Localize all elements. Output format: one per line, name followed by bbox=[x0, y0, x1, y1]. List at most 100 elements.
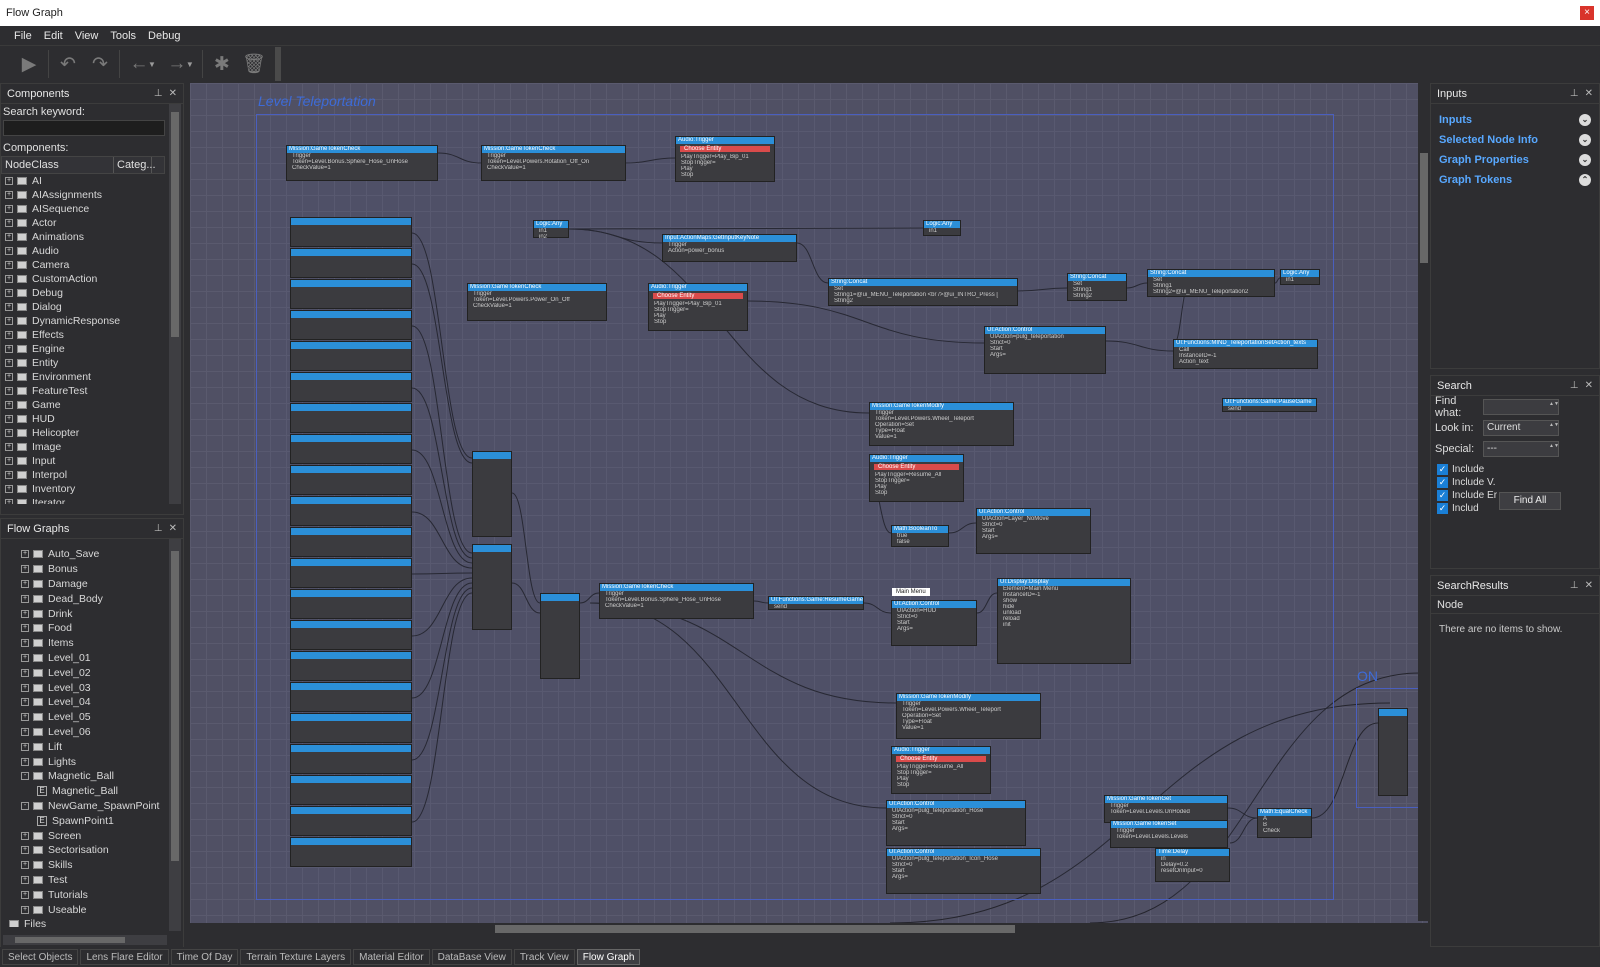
include-values-checkbox[interactable]: ✓ Include V. bbox=[1431, 476, 1599, 489]
find-what-combo[interactable] bbox=[1483, 398, 1559, 415]
back-dropdown-icon[interactable]: ▼ bbox=[148, 60, 156, 69]
component-category-item[interactable]: + CustomAction bbox=[1, 272, 165, 286]
expand-icon[interactable]: + bbox=[21, 698, 29, 707]
play-icon[interactable]: ▶ bbox=[14, 50, 44, 78]
tab-database-view[interactable]: DataBase View bbox=[431, 949, 512, 965]
component-category-item[interactable]: + Game bbox=[1, 398, 165, 412]
node-title[interactable]: Audio:Trigger bbox=[892, 747, 990, 754]
logic-any-node[interactable] bbox=[472, 544, 512, 630]
node-port[interactable]: init bbox=[998, 622, 1130, 628]
wheel-selector-node[interactable] bbox=[290, 837, 412, 867]
expand-icon[interactable]: + bbox=[5, 219, 13, 227]
flow-node[interactable]: UI:Action:Control UIAction=Layer_NoMove St… bbox=[976, 508, 1091, 554]
wheel-selector-node[interactable] bbox=[290, 248, 412, 278]
comment-note[interactable]: Main Menu bbox=[892, 588, 930, 596]
close-window-button[interactable]: × bbox=[1580, 6, 1594, 20]
node-title[interactable]: Mission:GameTokenGet bbox=[1105, 796, 1227, 803]
flow-graph-item[interactable]: + Auto_Save bbox=[1, 547, 165, 562]
expand-icon[interactable]: + bbox=[5, 485, 13, 493]
node-port[interactable]: String1=@ui_MENU_Teleportation <br />@ui… bbox=[829, 292, 1017, 298]
expand-icon[interactable]: + bbox=[5, 275, 13, 283]
expand-icon[interactable]: + bbox=[5, 289, 13, 297]
expand-icon[interactable]: + bbox=[21, 639, 29, 648]
node-header-bar[interactable] bbox=[291, 590, 411, 597]
node-port[interactable]: resetOnInput=0 bbox=[1156, 868, 1229, 874]
node-title[interactable]: Mission:GameTokenSet bbox=[1111, 821, 1227, 828]
node-title[interactable]: UI:Action:Control bbox=[887, 849, 1040, 856]
expand-icon[interactable]: + bbox=[21, 565, 29, 574]
flow-graph-item[interactable]: Files bbox=[1, 917, 165, 927]
inputs-link[interactable]: Inputs ⌄ bbox=[1431, 110, 1599, 130]
flow-graph-item[interactable]: + Sectorisation bbox=[1, 843, 165, 858]
component-category-item[interactable]: + FeatureTest bbox=[1, 384, 165, 398]
flow-node[interactable]: UI:Display:Display Element=Main Menu Insta… bbox=[997, 578, 1131, 664]
node-header-bar[interactable] bbox=[291, 373, 411, 380]
flow-node[interactable]: Mission:GameTokenModify Trigger Token=Leve… bbox=[896, 693, 1041, 739]
wheel-selector-node[interactable] bbox=[290, 651, 412, 681]
close-icon[interactable]: ✕ bbox=[1585, 380, 1593, 391]
flow-node[interactable]: UI:Action:Control UIAction=pulg_teleporta… bbox=[886, 800, 1026, 846]
flow-graph-item[interactable]: + Useable bbox=[1, 902, 165, 917]
flow-graph-item[interactable]: + Level_02 bbox=[1, 665, 165, 680]
chevron-down-icon[interactable]: ⌄ bbox=[1579, 114, 1591, 126]
group-title-on[interactable]: ON bbox=[1357, 668, 1378, 684]
pin-icon[interactable]: ⊥ bbox=[1570, 88, 1579, 99]
component-category-item[interactable]: + AI bbox=[1, 174, 165, 188]
node-title[interactable]: UI:Functions:MIND_TeleportationSetAction… bbox=[1174, 340, 1317, 347]
wheel-selector-node[interactable] bbox=[290, 217, 412, 247]
node-title[interactable]: Mission:GameTokenCheck bbox=[468, 284, 606, 291]
components-scrollbar[interactable] bbox=[169, 104, 181, 504]
flow-graph-item[interactable]: + Tutorials bbox=[1, 887, 165, 902]
node-header-bar[interactable] bbox=[291, 745, 411, 752]
node-title[interactable]: String:Concat bbox=[1148, 270, 1274, 277]
expand-icon[interactable]: + bbox=[5, 471, 13, 479]
component-category-item[interactable]: + Image bbox=[1, 440, 165, 454]
menu-file[interactable]: File bbox=[14, 30, 32, 42]
node-header-bar[interactable] bbox=[291, 249, 411, 256]
flow-node[interactable]: Mission:GameTokenSet Trigger Token=Level.L… bbox=[1110, 820, 1228, 848]
flow-graph-item[interactable]: + Drink bbox=[1, 606, 165, 621]
node-header-bar[interactable] bbox=[291, 497, 411, 504]
component-category-item[interactable]: + Engine bbox=[1, 342, 165, 356]
flow-node[interactable]: Mission:GameTokenCheck Trigger Token=Level… bbox=[599, 583, 754, 619]
canvas-vscrollbar[interactable] bbox=[1418, 83, 1430, 921]
node-title[interactable]: UI:Action:Control bbox=[977, 509, 1090, 516]
node-port[interactable]: Stop bbox=[892, 782, 990, 788]
flow-graph-item[interactable]: + Level_01 bbox=[1, 651, 165, 666]
node-port[interactable]: CheckValue=1 bbox=[600, 603, 753, 609]
chevron-down-icon[interactable]: ⌄ bbox=[1579, 134, 1591, 146]
tab-time-of-day[interactable]: Time Of Day bbox=[170, 949, 239, 965]
flow-node[interactable]: UI:Functions:Game:ResumeGame send bbox=[768, 596, 864, 610]
flow-node[interactable]: Mission:GameTokenCheck Trigger Token=Level… bbox=[286, 145, 438, 181]
node-title[interactable]: String:Concat bbox=[829, 279, 1017, 286]
tab-flow-graph[interactable]: Flow Graph bbox=[576, 949, 641, 965]
node-title[interactable]: Audio:Trigger bbox=[870, 455, 963, 462]
wheel-selector-node[interactable] bbox=[290, 310, 412, 340]
expand-icon[interactable]: + bbox=[5, 331, 13, 339]
node-port[interactable]: Args= bbox=[887, 874, 1040, 880]
flow-graph-item[interactable]: E SpawnPoint1 bbox=[1, 813, 165, 828]
wheel-selector-node[interactable] bbox=[290, 620, 412, 650]
flow-node[interactable]: Audio:Trigger Choose Entity PlayTrigger=Re… bbox=[869, 454, 964, 502]
node-port[interactable]: CheckValue=1 bbox=[482, 165, 625, 171]
component-category-item[interactable]: + Effects bbox=[1, 328, 165, 342]
component-category-item[interactable]: + HUD bbox=[1, 412, 165, 426]
node-title[interactable]: Logic:Any bbox=[924, 221, 960, 228]
wheel-selector-node[interactable] bbox=[290, 775, 412, 805]
flow-graph-item[interactable]: + Level_05 bbox=[1, 710, 165, 725]
flow-graph-item[interactable]: + Damage bbox=[1, 577, 165, 592]
expand-icon[interactable]: + bbox=[21, 846, 29, 855]
node-port[interactable]: Stop bbox=[870, 490, 963, 496]
expand-icon[interactable]: + bbox=[21, 905, 29, 914]
node-title[interactable]: Mission:GameTokenCheck bbox=[287, 146, 437, 153]
expand-icon[interactable]: + bbox=[5, 233, 13, 241]
expand-icon[interactable]: + bbox=[21, 609, 29, 618]
node-header-bar[interactable] bbox=[473, 452, 511, 459]
flow-graph-item[interactable]: - Magnetic_Ball bbox=[1, 769, 165, 784]
node-port[interactable]: Args= bbox=[985, 352, 1105, 358]
expand-icon[interactable]: + bbox=[21, 653, 29, 662]
canvas-hscrollbar[interactable] bbox=[190, 923, 1418, 935]
group-title[interactable]: Level Teleportation bbox=[258, 93, 376, 109]
expand-icon[interactable]: + bbox=[5, 429, 13, 437]
pin-icon[interactable]: ⊥ bbox=[154, 523, 163, 534]
